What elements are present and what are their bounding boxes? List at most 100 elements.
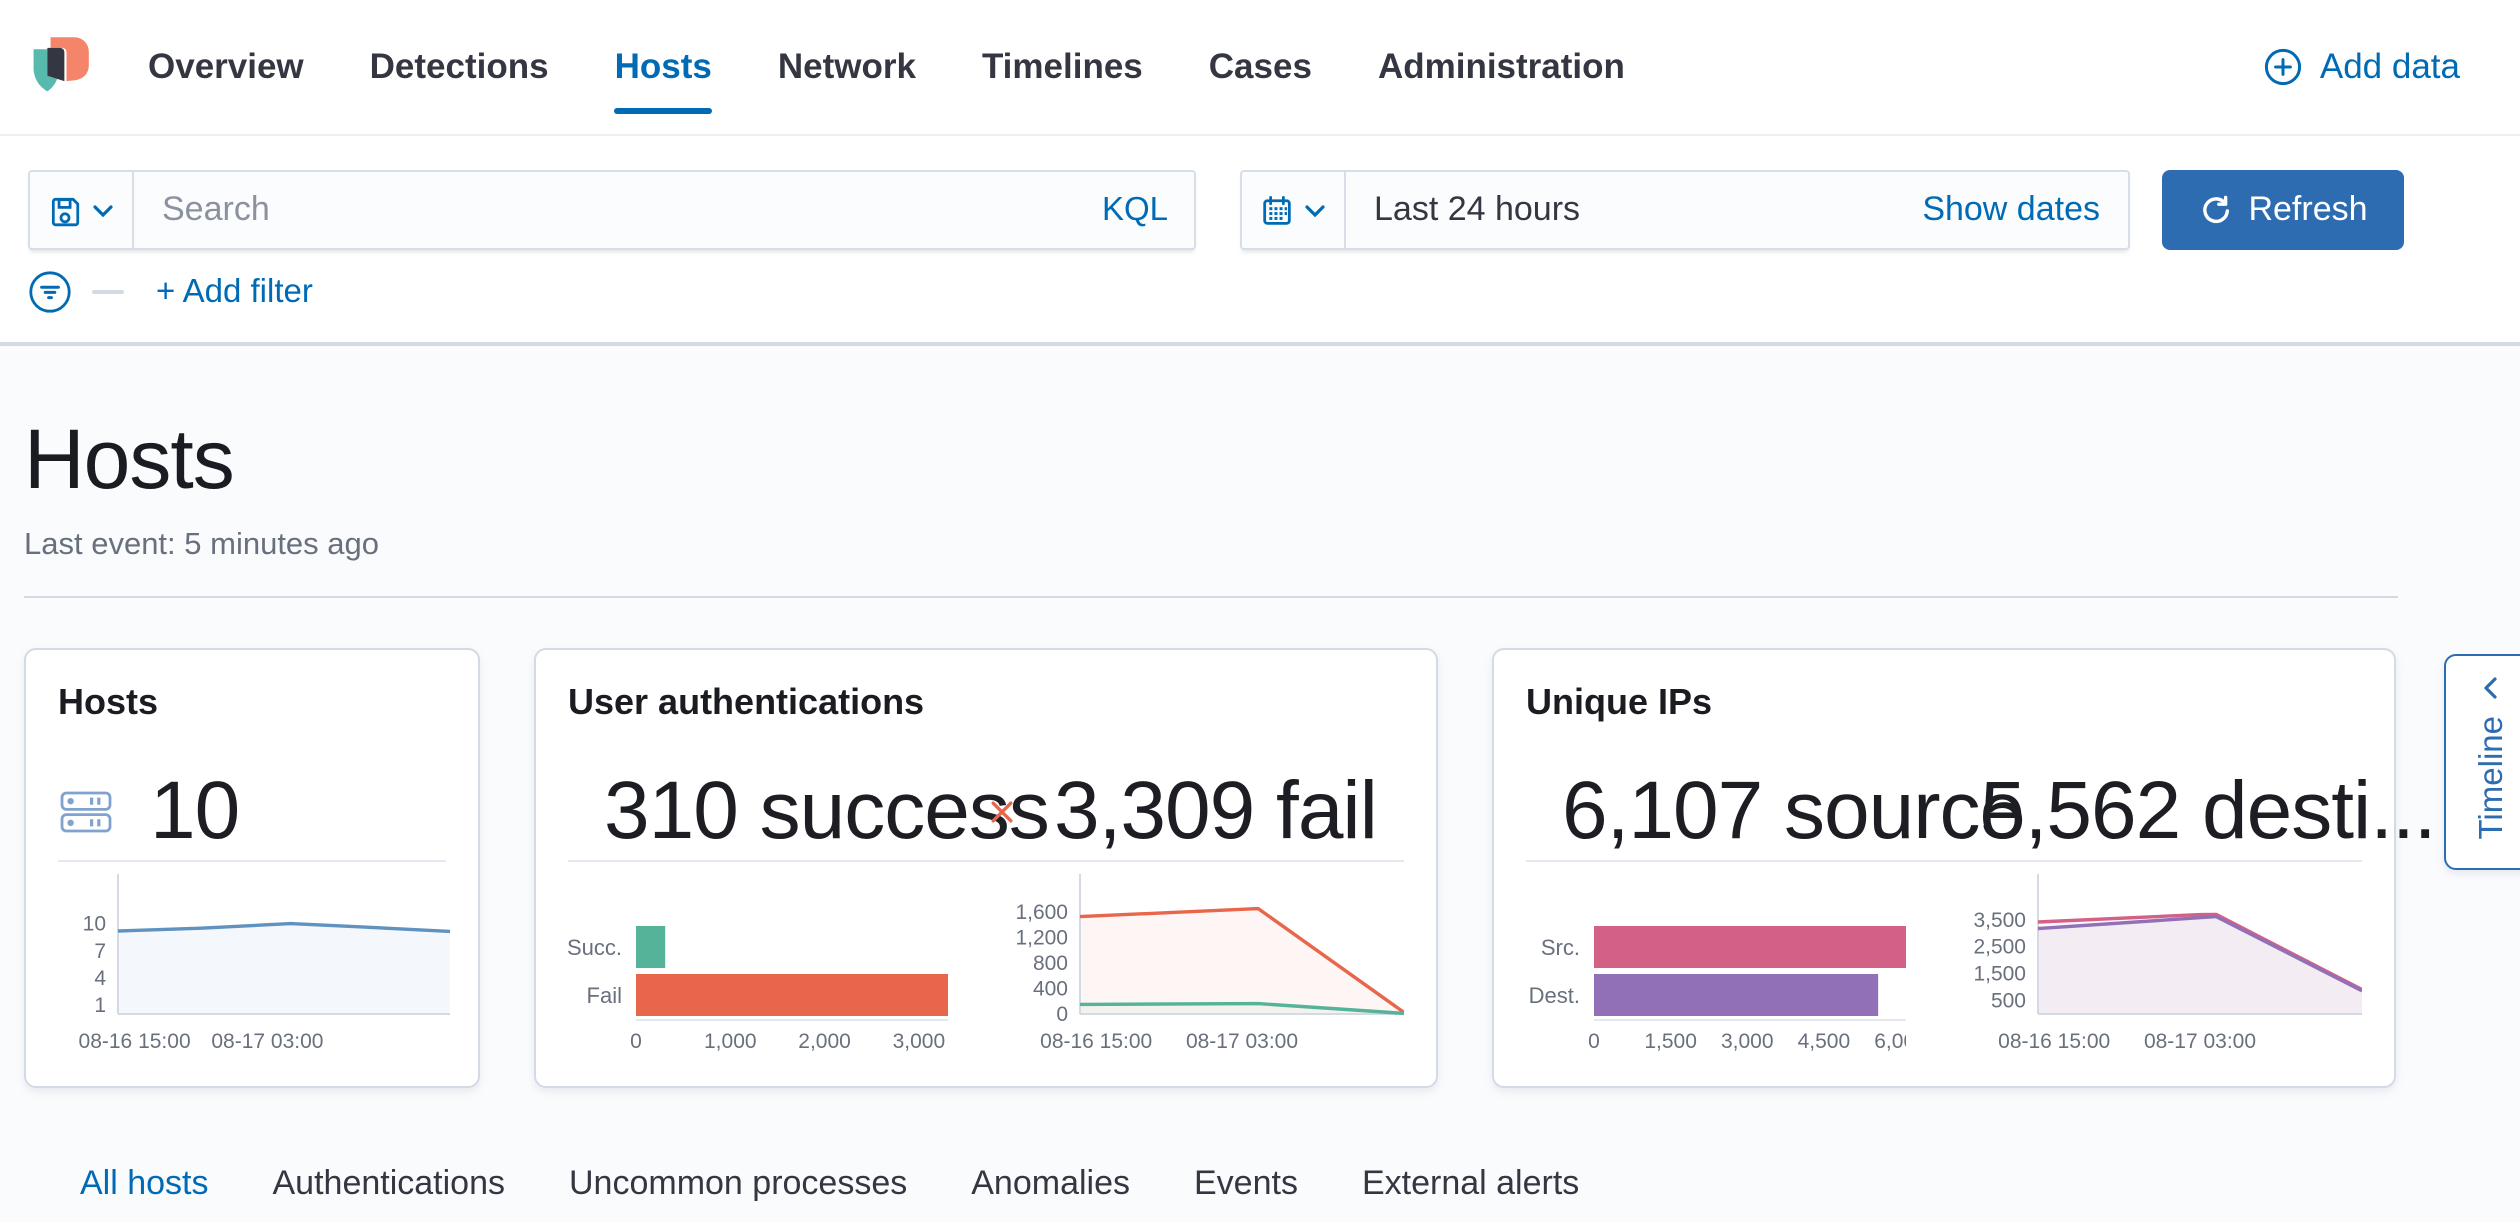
ips-sparkline-chart: 3,500 2,500 1,500 500 08-16 15:00 08-17 03:00 (1962, 874, 2362, 1054)
bar-fail (636, 974, 948, 1016)
svg-text:4,500: 4,500 (1798, 1030, 1851, 1053)
svg-text:2,000: 2,000 (798, 1030, 851, 1053)
ips-bar-chart: Src.Dest.01,5003,0004,5006,000 (1526, 874, 1906, 1054)
date-quick-select-button[interactable] (1242, 172, 1346, 248)
svg-text:3,500: 3,500 (1973, 909, 2026, 932)
nav-item-overview[interactable]: Overview (148, 46, 304, 88)
svg-text:400: 400 (1033, 978, 1068, 1001)
storage-icon (58, 783, 114, 839)
nav-item-network[interactable]: Network (778, 46, 916, 88)
svg-text:1,600: 1,600 (1015, 901, 1068, 924)
svg-text:1,000: 1,000 (704, 1030, 757, 1053)
svg-text:08-17 03:00: 08-17 03:00 (1186, 1030, 1298, 1053)
timeline-flyout-toggle[interactable]: Timeline (2444, 654, 2520, 870)
chevron-down-icon (1304, 201, 1326, 219)
tab-external-alerts[interactable]: External alerts (1362, 1142, 1579, 1226)
top-navigation: Overview Detections Hosts Network Timeli… (0, 0, 2520, 136)
date-picker: Last 24 hours Show dates (1240, 170, 2130, 250)
tab-anomalies[interactable]: Anomalies (971, 1142, 1130, 1226)
security-app-logo (24, 33, 92, 101)
nav-item-detections[interactable]: Detections (370, 46, 549, 88)
svg-text:7: 7 (94, 940, 106, 963)
auth-fail-stat: 3,309 fail (986, 764, 1404, 858)
auth-fail-value: 3,309 fail (1054, 764, 1377, 858)
hosts-sparkline-chart: 10 7 4 1 08-16 15:00 08-17 03:00 (58, 874, 450, 1054)
calendar-icon (1260, 193, 1294, 227)
nav-item-cases[interactable]: Cases (1209, 46, 1312, 88)
svg-text:6,000: 6,000 (1874, 1030, 1906, 1053)
add-data-button[interactable]: Add data (2264, 46, 2460, 88)
nav-item-hosts[interactable]: Hosts (615, 46, 712, 88)
hosts-page: Hosts Last event: 5 minutes ago Hosts 10 (0, 346, 2520, 1222)
svg-text:08-16 15:00: 08-16 15:00 (1998, 1030, 2110, 1053)
timeline-label: Timeline (2473, 716, 2511, 840)
svg-text:0: 0 (1588, 1030, 1600, 1053)
card-title: Hosts (58, 682, 446, 724)
save-icon (48, 193, 82, 227)
source-ips-stat: 6,107 source (1526, 764, 1944, 858)
svg-text:4: 4 (94, 967, 106, 990)
nav-item-administration[interactable]: Administration (1378, 46, 1625, 88)
tab-events[interactable]: Events (1194, 1142, 1298, 1226)
svg-text:08-17 03:00: 08-17 03:00 (211, 1030, 323, 1053)
last-event-text: Last event: 5 minutes ago (24, 528, 2520, 564)
hosts-count-value: 10 (150, 764, 239, 858)
primary-nav: Overview Detections Hosts Network Timeli… (148, 46, 1625, 88)
hosts-tabs: All hosts Authentications Uncommon proce… (80, 1142, 2520, 1226)
svg-text:Dest.: Dest. (1529, 983, 1580, 1008)
destination-ips-stat: 5,562 desti... (1944, 764, 2362, 858)
unique-ips-kpi-card: Unique IPs 6,107 source (1492, 648, 2396, 1088)
card-title: Unique IPs (1526, 682, 2362, 724)
svg-text:0: 0 (630, 1030, 642, 1053)
filter-circle-icon[interactable] (28, 270, 72, 314)
svg-text:1: 1 (94, 994, 106, 1017)
svg-text:08-16 15:00: 08-16 15:00 (1040, 1030, 1152, 1053)
title-divider (24, 596, 2398, 598)
svg-text:Src.: Src. (1541, 935, 1580, 960)
tab-all-hosts[interactable]: All hosts (80, 1142, 209, 1226)
filter-bar: + Add filter (0, 250, 2520, 346)
hosts-count-stat: 10 (58, 764, 446, 858)
card-title: User authentications (568, 682, 1404, 724)
svg-text:800: 800 (1033, 952, 1068, 975)
auth-success-stat: 310 success (568, 764, 986, 858)
svg-text:0: 0 (1056, 1003, 1068, 1026)
user-authentications-kpi-card: User authentications 310 success 3,309 f… (534, 648, 1438, 1088)
chevron-left-icon (2480, 676, 2504, 700)
add-data-label: Add data (2320, 46, 2460, 88)
filter-divider-dash (92, 290, 124, 294)
search-box: KQL (28, 170, 1196, 250)
refresh-button[interactable]: Refresh (2162, 170, 2404, 250)
nav-item-timelines[interactable]: Timelines (982, 46, 1143, 88)
card-divider (58, 860, 446, 862)
auth-sparkline-chart: 1,600 1,200800 4000 08-16 15:00 08-17 03:00 (1004, 874, 1404, 1054)
svg-text:08-16 15:00: 08-16 15:00 (79, 1030, 191, 1053)
card-divider (568, 860, 1404, 862)
svg-text:1,500: 1,500 (1973, 963, 2026, 986)
bar-succ (636, 926, 665, 968)
svg-text:1,500: 1,500 (1644, 1030, 1697, 1053)
kpi-cards-row: Hosts 10 1074108-16 15:0008-17 03: (24, 648, 2398, 1088)
search-input[interactable] (134, 172, 1076, 248)
svg-text:1,200: 1,200 (1015, 927, 1068, 950)
date-range-value[interactable]: Last 24 hours (1346, 190, 1580, 230)
query-bar: KQL Last 24 hours Show dat (0, 136, 2520, 250)
svg-text:3,000: 3,000 (893, 1030, 946, 1053)
saved-query-menu-button[interactable] (30, 172, 134, 248)
card-divider (1526, 860, 2362, 862)
kql-language-button[interactable]: KQL (1076, 191, 1194, 229)
hosts-area (118, 924, 450, 1014)
svg-text:10: 10 (83, 913, 106, 936)
show-dates-button[interactable]: Show dates (1922, 190, 2128, 230)
tab-authentications[interactable]: Authentications (273, 1142, 506, 1226)
page-title: Hosts (24, 412, 2520, 508)
svg-text:08-17 03:00: 08-17 03:00 (2144, 1030, 2256, 1053)
auth-bar-chart: Succ.Fail01,0002,0003,000 (568, 874, 948, 1054)
fail-area (1080, 909, 1404, 1014)
svg-text:Succ.: Succ. (568, 935, 622, 960)
svg-text:500: 500 (1991, 990, 2026, 1013)
svg-text:2,500: 2,500 (1973, 936, 2026, 959)
add-filter-button[interactable]: + Add filter (156, 273, 313, 311)
tab-uncommon-processes[interactable]: Uncommon processes (569, 1142, 907, 1226)
plus-circle-icon (2264, 48, 2302, 86)
